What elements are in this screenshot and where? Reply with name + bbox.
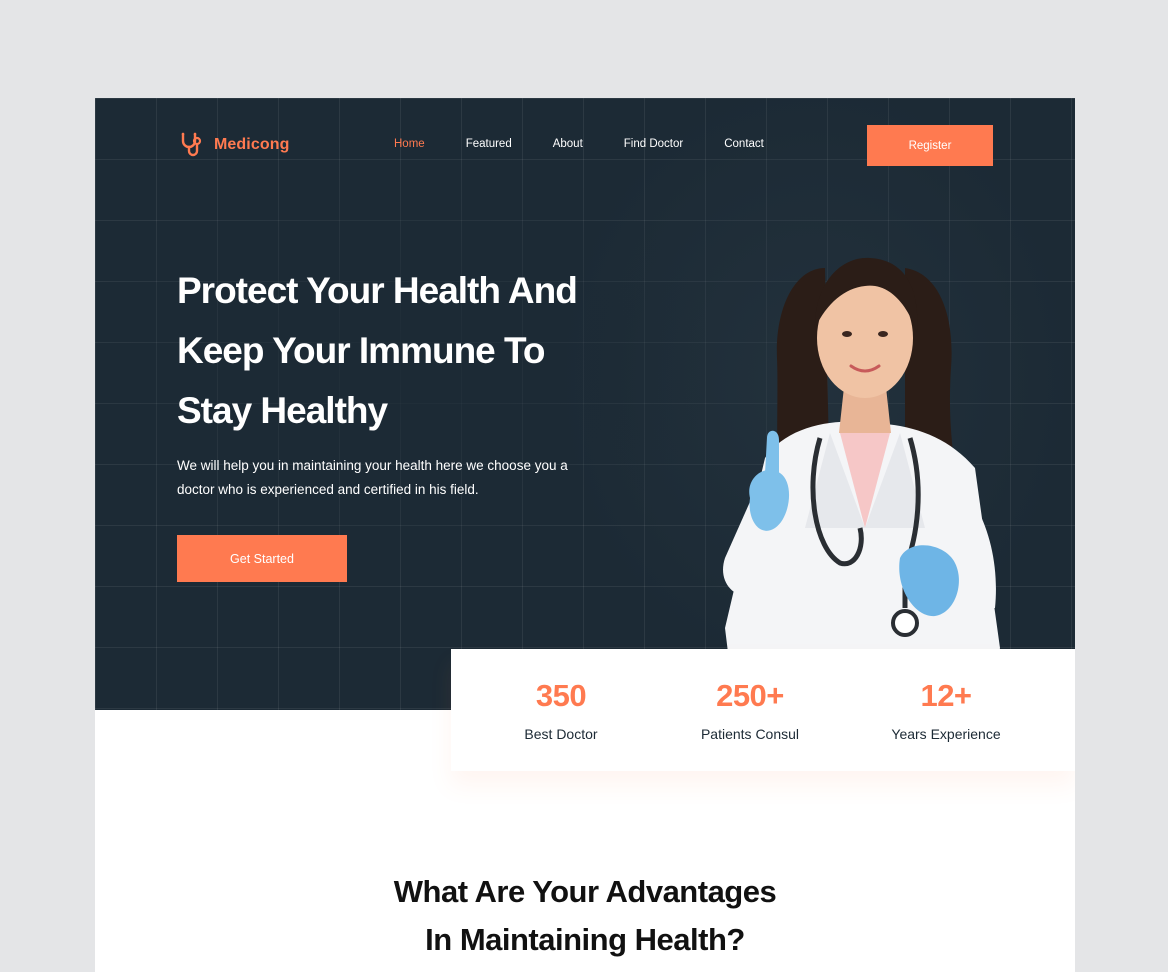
nav-find-doctor[interactable]: Find Doctor xyxy=(624,138,683,150)
stat-best-doctor: 350 Best Doctor xyxy=(471,649,651,742)
main-nav: Home Featured About Find Doctor Contact xyxy=(394,138,805,150)
headline-line: Protect Your Health And xyxy=(177,270,578,311)
stat-value: 250+ xyxy=(716,678,784,713)
nav-about[interactable]: About xyxy=(553,138,583,150)
stat-value: 12+ xyxy=(920,678,972,713)
headline-line: Keep Your Immune To xyxy=(177,330,545,371)
stat-years-experience: 12+ Years Experience xyxy=(856,649,1036,742)
stat-label: Best Doctor xyxy=(524,726,598,742)
nav-home[interactable]: Home xyxy=(394,138,425,150)
title-line: In Maintaining Health? xyxy=(425,922,745,957)
register-button[interactable]: Register xyxy=(867,125,993,166)
subtext-line: We will help you in maintaining your hea… xyxy=(177,458,568,473)
nav-featured[interactable]: Featured xyxy=(466,138,512,150)
brand-name: Medicong xyxy=(214,136,290,153)
hero-headline: Protect Your Health And Keep Your Immune… xyxy=(177,261,647,441)
headline-line: Stay Healthy xyxy=(177,390,388,431)
nav-contact[interactable]: Contact xyxy=(724,138,764,150)
title-line: What Are Your Advantages xyxy=(393,874,777,909)
stat-label: Years Experience xyxy=(891,726,1001,742)
hero-section: Medicong Home Featured About Find Doctor… xyxy=(95,98,1075,710)
landing-page: Medicong Home Featured About Find Doctor… xyxy=(95,98,1075,972)
get-started-button[interactable]: Get Started xyxy=(177,535,347,582)
stats-card: 350 Best Doctor 250+ Patients Consul 12+… xyxy=(451,649,1075,771)
stat-patients-consul: 250+ Patients Consul xyxy=(660,649,840,742)
brand-logo[interactable]: Medicong xyxy=(179,131,289,159)
stat-value: 350 xyxy=(535,678,587,713)
stat-label: Patients Consul xyxy=(700,726,800,742)
hero-subtext: We will help you in maintaining your hea… xyxy=(177,454,617,502)
doctor-image xyxy=(723,257,1000,710)
subtext-line: doctor who is experienced and certified … xyxy=(177,482,479,497)
advantages-title: What Are Your Advantages In Maintaining … xyxy=(335,868,835,964)
stethoscope-icon xyxy=(181,132,202,157)
